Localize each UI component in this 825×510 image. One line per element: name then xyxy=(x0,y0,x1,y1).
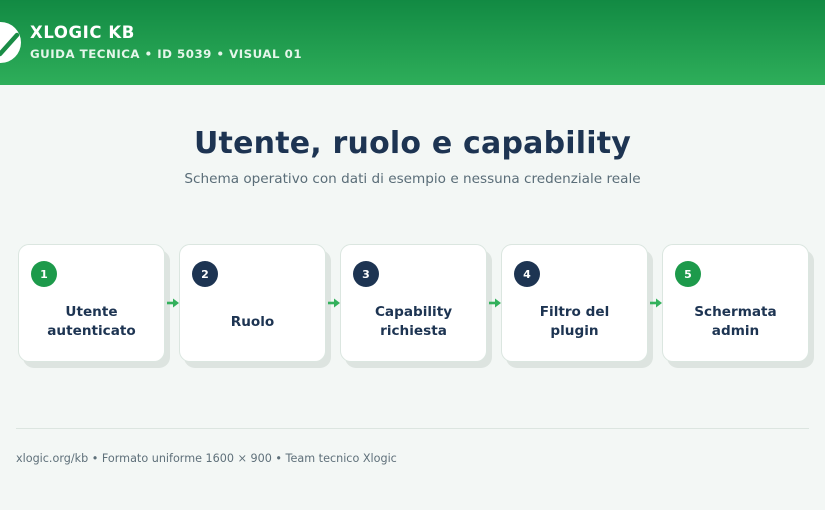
step-number-badge: 2 xyxy=(192,261,218,287)
step-label: Utente autenticato xyxy=(47,304,136,339)
arrow-right-icon xyxy=(650,298,662,308)
arrow-right-icon xyxy=(489,298,501,308)
step-label: Capability richiesta xyxy=(374,304,453,339)
page: XLOGIC KB GUIDA TECNICA • ID 5039 • VISU… xyxy=(0,0,825,510)
page-subtitle: Schema operativo con dati di esempio e n… xyxy=(184,171,641,187)
step-number-badge: 5 xyxy=(675,261,701,287)
step-number-badge: 3 xyxy=(353,261,379,287)
footer-text: xlogic.org/kb • Formato uniforme 1600 × … xyxy=(16,452,397,465)
step-label: Schermata admin xyxy=(694,304,777,339)
step-label: Filtro del plugin xyxy=(539,304,610,339)
header-bar: XLOGIC KB GUIDA TECNICA • ID 5039 • VISU… xyxy=(0,0,825,85)
brand-name: XLOGIC KB xyxy=(30,23,135,42)
header-subtitle: GUIDA TECNICA • ID 5039 • VISUAL 01 xyxy=(30,47,303,61)
step-label: Ruolo xyxy=(230,313,275,330)
step-card-2: 2 Ruolo xyxy=(179,244,326,362)
step-number-badge: 1 xyxy=(31,261,57,287)
page-title: Utente, ruolo e capability xyxy=(194,126,631,161)
step-card-4: 4 Filtro del plugin xyxy=(501,244,648,362)
check-icon xyxy=(0,22,21,63)
step-card-5: 5 Schermata admin xyxy=(662,244,809,362)
step-card-1: 1 Utente autenticato xyxy=(18,244,165,362)
arrow-right-icon xyxy=(167,298,179,308)
step-card-3: 3 Capability richiesta xyxy=(340,244,487,362)
footer-divider xyxy=(16,428,809,429)
step-number-badge: 4 xyxy=(514,261,540,287)
arrow-right-icon xyxy=(328,298,340,308)
